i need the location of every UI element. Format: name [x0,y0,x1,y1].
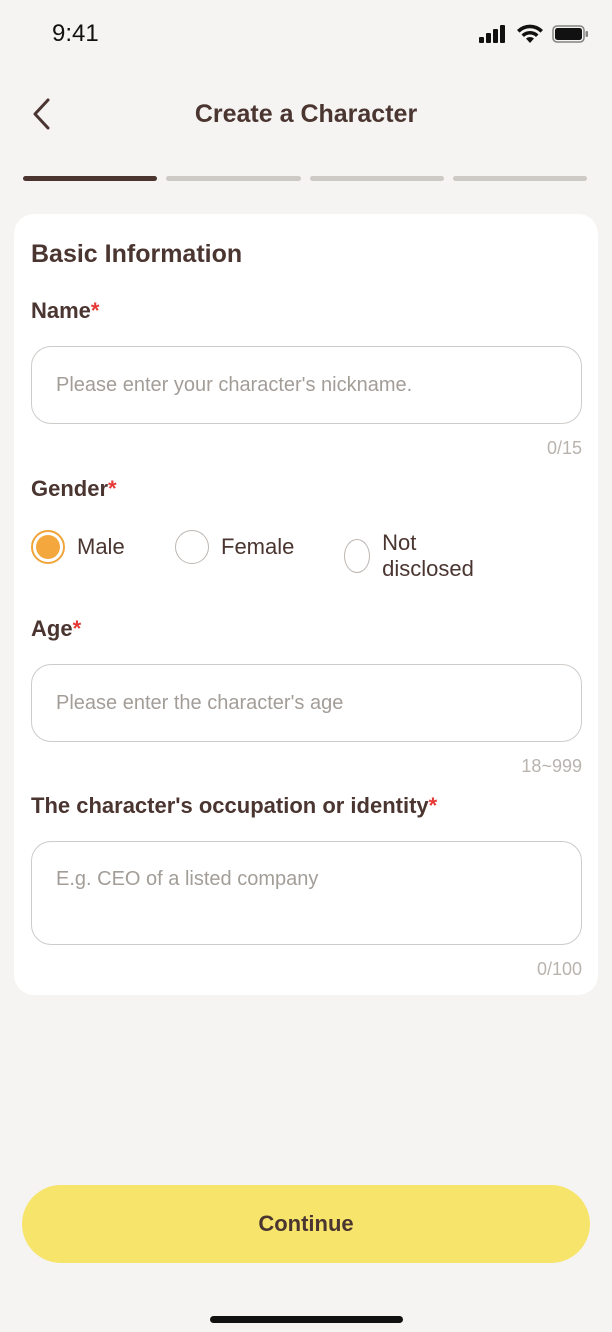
basic-info-card: Basic Information Name* Please enter you… [14,214,598,995]
progress-step-1 [23,176,158,181]
progress-step-3 [309,176,444,181]
name-input[interactable]: Please enter your character's nickname. [31,346,582,424]
status-bar: 9:41 [0,0,612,70]
status-time: 9:41 [52,20,99,47]
occupation-label: The character's occupation or identity* [31,793,437,819]
radio-dot [36,535,60,559]
gender-label: Gender* [31,476,117,502]
progress-step-2 [166,176,301,181]
radio-button[interactable] [175,530,209,564]
age-input-placeholder: Please enter the character's age [56,691,344,714]
radio-button[interactable] [344,539,371,573]
age-range-hint: 18~999 [521,756,582,776]
occupation-counter: 0/100 [536,959,582,979]
radio-label-not-disclosed: Not disclosed [382,530,474,581]
occupation-textarea[interactable]: E.g. CEO of a listed company [31,841,582,945]
battery-icon [552,24,590,49]
name-input-placeholder: Please enter your character's nickname. [56,373,413,396]
radio-label-male: Male [77,534,125,559]
required-mark: * [72,616,82,641]
name-label: Name* [31,298,99,324]
section-title: Basic Information [31,240,243,268]
occupation-label-text: The character's occupation or identity [31,793,429,818]
gender-option-not-disclosed[interactable]: Not disclosed [344,530,482,582]
signal-icon [478,24,508,49]
wifi-icon [516,24,544,49]
gender-option-female[interactable]: Female [175,530,294,564]
age-label: Age* [31,616,81,642]
required-mark: * [108,476,117,501]
age-label-text: Age [31,616,73,641]
page-title: Create a Character [194,100,418,128]
name-label-text: Name [31,298,91,323]
home-indicator [210,1316,403,1323]
gender-option-male[interactable]: Male [31,530,125,564]
status-icons [478,24,590,49]
required-mark: * [428,793,438,818]
occupation-placeholder: E.g. CEO of a listed company [56,868,319,890]
continue-button[interactable]: Continue [22,1185,590,1263]
radio-label-female: Female [221,534,295,559]
name-counter: 0/15 [546,438,582,458]
progress-step-4 [452,176,587,181]
step-progress [23,176,587,181]
age-input[interactable]: Please enter the character's age [31,664,582,742]
gender-label-text: Gender [31,476,109,501]
nav-bar: Create a Character [0,86,612,146]
radio-button-checked[interactable] [31,530,65,564]
required-mark: * [90,298,100,323]
